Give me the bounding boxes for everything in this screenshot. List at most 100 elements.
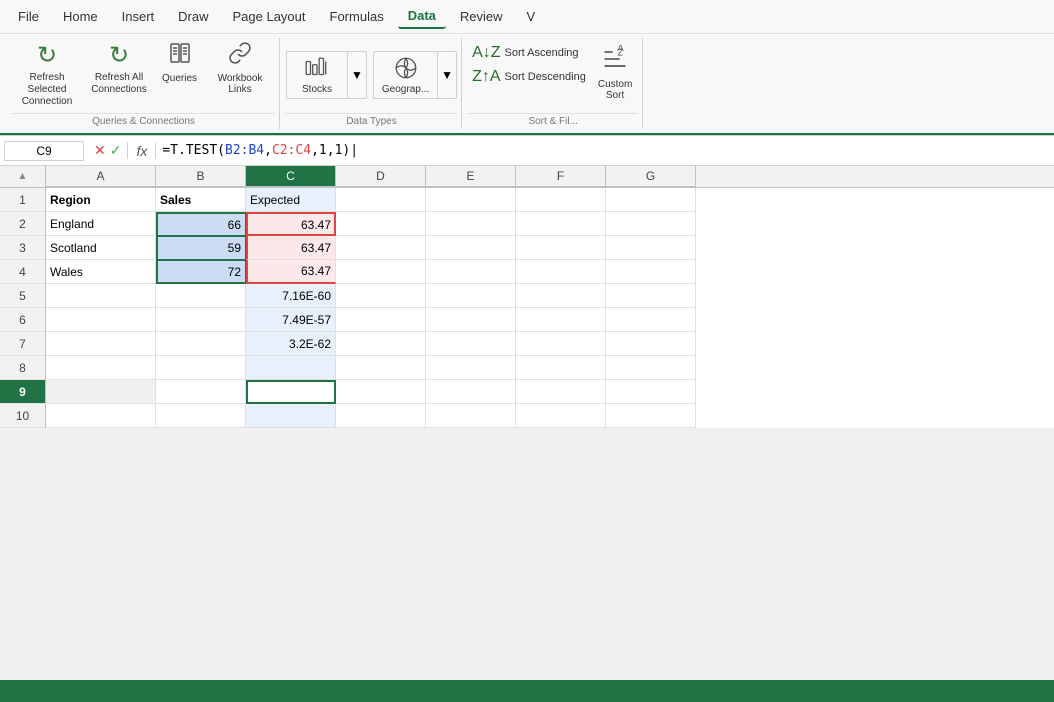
cell-f4[interactable]: [516, 260, 606, 284]
row-header-2[interactable]: 2: [0, 212, 46, 236]
cell-g3[interactable]: [606, 236, 696, 260]
cell-a7[interactable]: [46, 332, 156, 356]
cell-c10[interactable]: [246, 404, 336, 428]
row-header-6[interactable]: 6: [0, 308, 46, 332]
cell-c4[interactable]: 63.47: [246, 260, 336, 284]
cell-c1[interactable]: Expected: [246, 188, 336, 212]
cell-b5[interactable]: [156, 284, 246, 308]
cell-c8[interactable]: [246, 356, 336, 380]
row-header-1[interactable]: 1: [0, 188, 46, 212]
cell-c2[interactable]: 63.47: [246, 212, 336, 236]
cell-c7[interactable]: 3.2E-62: [246, 332, 336, 356]
col-header-d[interactable]: D: [336, 166, 426, 187]
cell-e1[interactable]: [426, 188, 516, 212]
cell-f6[interactable]: [516, 308, 606, 332]
row-header-9[interactable]: 9: [0, 380, 46, 404]
cell-d9[interactable]: [336, 380, 426, 404]
cell-e10[interactable]: [426, 404, 516, 428]
cell-b4[interactable]: 72: [156, 260, 246, 284]
cell-f1[interactable]: [516, 188, 606, 212]
cell-b8[interactable]: [156, 356, 246, 380]
cell-c6[interactable]: 7.49E-57: [246, 308, 336, 332]
cell-d1[interactable]: [336, 188, 426, 212]
confirm-formula-icon[interactable]: ✓: [110, 142, 122, 159]
cell-e5[interactable]: [426, 284, 516, 308]
cell-reference-input[interactable]: [4, 141, 84, 161]
cell-b6[interactable]: [156, 308, 246, 332]
cell-g8[interactable]: [606, 356, 696, 380]
cell-f3[interactable]: [516, 236, 606, 260]
menu-draw[interactable]: Draw: [168, 5, 218, 28]
cell-d3[interactable]: [336, 236, 426, 260]
cell-a5[interactable]: [46, 284, 156, 308]
cell-a8[interactable]: [46, 356, 156, 380]
cell-a9[interactable]: [46, 380, 156, 404]
cell-f2[interactable]: [516, 212, 606, 236]
menu-file[interactable]: File: [8, 5, 49, 28]
row-header-4[interactable]: 4: [0, 260, 46, 284]
cell-c3[interactable]: 63.47: [246, 236, 336, 260]
cell-d10[interactable]: [336, 404, 426, 428]
cell-g10[interactable]: [606, 404, 696, 428]
cell-g7[interactable]: [606, 332, 696, 356]
cell-g2[interactable]: [606, 212, 696, 236]
col-header-c[interactable]: C: [246, 166, 336, 187]
queries-btn[interactable]: Queries: [156, 38, 203, 87]
geography-btn[interactable]: Geograp...: [374, 52, 437, 98]
cell-a6[interactable]: [46, 308, 156, 332]
col-header-g[interactable]: G: [606, 166, 696, 187]
cell-d5[interactable]: [336, 284, 426, 308]
cell-e9[interactable]: [426, 380, 516, 404]
cell-d7[interactable]: [336, 332, 426, 356]
col-header-f[interactable]: F: [516, 166, 606, 187]
cell-f5[interactable]: [516, 284, 606, 308]
row-header-10[interactable]: 10: [0, 404, 46, 428]
cell-f9[interactable]: [516, 380, 606, 404]
cell-g9[interactable]: [606, 380, 696, 404]
cell-f8[interactable]: [516, 356, 606, 380]
menu-review[interactable]: Review: [450, 5, 513, 28]
cell-g1[interactable]: [606, 188, 696, 212]
cell-b2[interactable]: 66: [156, 212, 246, 236]
row-header-3[interactable]: 3: [0, 236, 46, 260]
cell-g6[interactable]: [606, 308, 696, 332]
cell-f10[interactable]: [516, 404, 606, 428]
row-header-5[interactable]: 5: [0, 284, 46, 308]
cell-e6[interactable]: [426, 308, 516, 332]
cell-b9[interactable]: [156, 380, 246, 404]
col-header-b[interactable]: B: [156, 166, 246, 187]
stocks-dropdown[interactable]: ▼: [347, 52, 366, 98]
cell-f7[interactable]: [516, 332, 606, 356]
menu-home[interactable]: Home: [53, 5, 108, 28]
cell-b3[interactable]: 59: [156, 236, 246, 260]
geography-dropdown[interactable]: ▼: [437, 52, 456, 98]
cell-e8[interactable]: [426, 356, 516, 380]
refresh-all-btn[interactable]: ↻ Refresh All Connections: [84, 38, 154, 99]
row-header-7[interactable]: 7: [0, 332, 46, 356]
menu-data[interactable]: Data: [398, 4, 446, 29]
formula-input[interactable]: =T.TEST(B2:B4, C2:C4,1,1)|: [156, 143, 1050, 158]
cell-e2[interactable]: [426, 212, 516, 236]
sort-ascending-btn[interactable]: A↓Z Sort Ascending: [468, 42, 590, 64]
cell-a3[interactable]: Scotland: [46, 236, 156, 260]
cell-c9-active[interactable]: =T.TEST(B2:B4, C2:C4,1,1): [246, 380, 336, 404]
cell-e3[interactable]: [426, 236, 516, 260]
cell-b7[interactable]: [156, 332, 246, 356]
menu-more[interactable]: V: [517, 5, 546, 28]
cell-a10[interactable]: [46, 404, 156, 428]
cell-e4[interactable]: [426, 260, 516, 284]
col-header-a[interactable]: A: [46, 166, 156, 187]
cell-d6[interactable]: [336, 308, 426, 332]
cell-c5[interactable]: 7.16E-60: [246, 284, 336, 308]
menu-insert[interactable]: Insert: [112, 5, 165, 28]
stocks-btn[interactable]: Stocks: [287, 52, 347, 98]
custom-sort-btn[interactable]: Z A CustomSort: [592, 42, 638, 104]
row-header-8[interactable]: 8: [0, 356, 46, 380]
cell-g5[interactable]: [606, 284, 696, 308]
cell-b1[interactable]: Sales: [156, 188, 246, 212]
cell-d8[interactable]: [336, 356, 426, 380]
cancel-formula-icon[interactable]: ✕: [94, 142, 106, 159]
cell-b10[interactable]: [156, 404, 246, 428]
cell-a1[interactable]: Region: [46, 188, 156, 212]
cell-a2[interactable]: England: [46, 212, 156, 236]
